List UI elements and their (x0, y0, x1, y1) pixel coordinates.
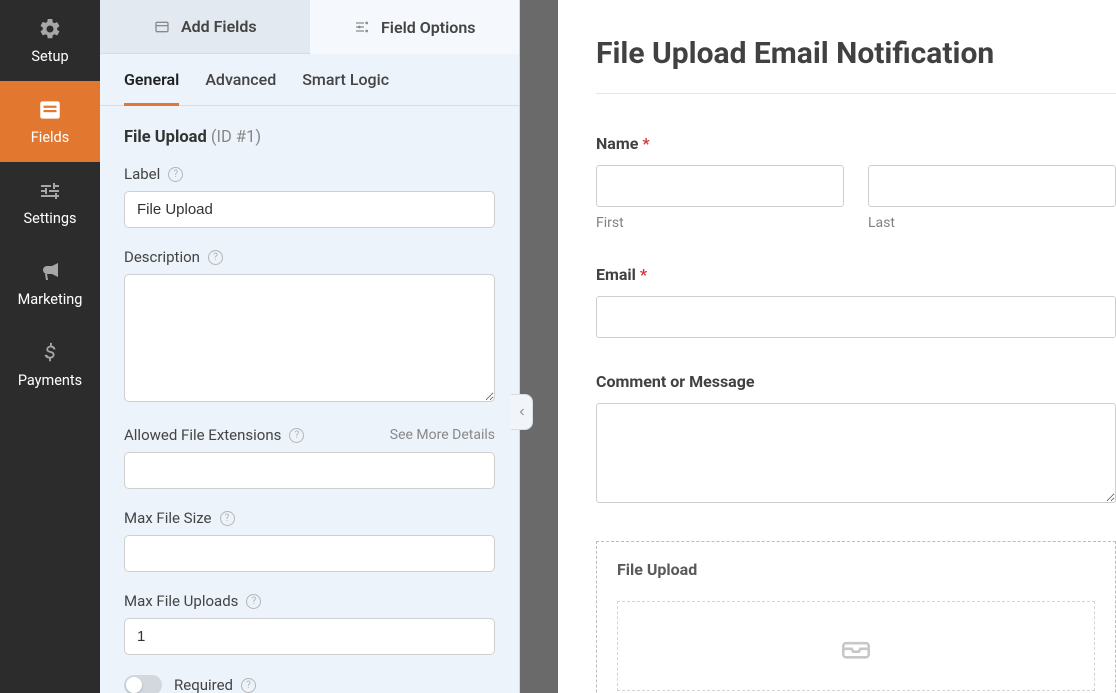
panel-body: File Upload (ID #1) Label ? Description … (100, 106, 519, 693)
tab-label: Add Fields (181, 17, 257, 36)
nav-label: Setup (31, 48, 68, 65)
help-icon[interactable]: ? (220, 511, 235, 526)
upload-tray-icon (839, 629, 873, 663)
help-icon[interactable]: ? (208, 250, 223, 265)
see-more-link[interactable]: See More Details (390, 427, 495, 443)
help-icon[interactable]: ? (168, 167, 183, 182)
options-icon (353, 18, 371, 36)
nav-item-settings[interactable]: Settings (0, 162, 100, 243)
label-required: Required ? (174, 676, 256, 693)
nav-item-payments[interactable]: Payments (0, 324, 100, 405)
subtabs: General Advanced Smart Logic (100, 54, 519, 106)
description-textarea[interactable] (124, 274, 495, 402)
bullhorn-icon (37, 259, 63, 285)
main-nav-sidebar: Setup Fields Settings Marketing Payments (0, 0, 100, 693)
collapse-panel-button[interactable] (511, 394, 533, 430)
max-file-size-input[interactable] (124, 535, 495, 572)
field-header: File Upload (ID #1) (124, 128, 495, 147)
label-allowed-ext: Allowed File Extensions ? (124, 426, 304, 444)
help-icon[interactable]: ? (289, 428, 304, 443)
required-star: * (642, 134, 649, 153)
label-description: Description ? (124, 248, 223, 266)
field-label-comment: Comment or Message (596, 372, 1116, 391)
preview-field-name[interactable]: Name* First Last (596, 134, 1116, 231)
required-toggle[interactable] (124, 675, 162, 693)
tab-add-fields[interactable]: Add Fields (100, 0, 310, 54)
panel-tabs: Add Fields Field Options (100, 0, 519, 54)
last-name-input[interactable] (868, 165, 1116, 207)
grid-icon (153, 18, 171, 36)
sublabel-first: First (596, 215, 844, 231)
title-divider (596, 93, 1116, 94)
tab-field-options[interactable]: Field Options (310, 0, 520, 54)
field-label-email: Email* (596, 265, 1116, 284)
sliders-icon (37, 178, 63, 204)
allowed-ext-input[interactable] (124, 452, 495, 489)
field-id: (ID #1) (211, 128, 261, 147)
field-label-file-upload: File Upload (617, 560, 1095, 579)
form-title: File Upload Email Notification (596, 36, 1116, 71)
nav-item-marketing[interactable]: Marketing (0, 243, 100, 324)
required-star: * (640, 265, 647, 284)
nav-label: Fields (31, 129, 69, 146)
tab-label: Field Options (381, 18, 475, 37)
subtab-advanced[interactable]: Advanced (205, 70, 276, 105)
preview-field-comment[interactable]: Comment or Message (596, 372, 1116, 507)
file-upload-dropzone[interactable] (617, 601, 1095, 691)
help-icon[interactable]: ? (241, 678, 256, 693)
subtab-general[interactable]: General (124, 70, 179, 106)
nav-label: Marketing (18, 291, 83, 308)
nav-label: Settings (24, 210, 77, 227)
field-options-panel: Add Fields Field Options General Advance… (100, 0, 520, 693)
gear-icon (37, 16, 63, 42)
field-label-name: Name* (596, 134, 1116, 153)
dollar-icon (37, 340, 63, 366)
nav-item-setup[interactable]: Setup (0, 0, 100, 81)
form-icon (37, 97, 63, 123)
label-max-file-size: Max File Size ? (124, 509, 235, 527)
max-file-uploads-input[interactable] (124, 618, 495, 655)
nav-label: Payments (18, 372, 82, 389)
nav-item-fields[interactable]: Fields (0, 81, 100, 162)
label-input[interactable] (124, 191, 495, 228)
first-name-input[interactable] (596, 165, 844, 207)
preview-field-email[interactable]: Email* (596, 265, 1116, 338)
field-type-name: File Upload (124, 128, 207, 147)
subtab-smart-logic[interactable]: Smart Logic (302, 70, 389, 105)
help-icon[interactable]: ? (246, 594, 261, 609)
form-preview-card: File Upload Email Notification Name* Fir… (558, 0, 1116, 693)
sublabel-last: Last (868, 215, 1116, 231)
preview-field-file-upload[interactable]: File Upload (596, 541, 1116, 693)
preview-area: File Upload Email Notification Name* Fir… (520, 0, 1116, 693)
label-label: Label ? (124, 165, 183, 183)
comment-textarea[interactable] (596, 403, 1116, 503)
email-input[interactable] (596, 296, 1116, 338)
label-max-file-uploads: Max File Uploads ? (124, 592, 261, 610)
